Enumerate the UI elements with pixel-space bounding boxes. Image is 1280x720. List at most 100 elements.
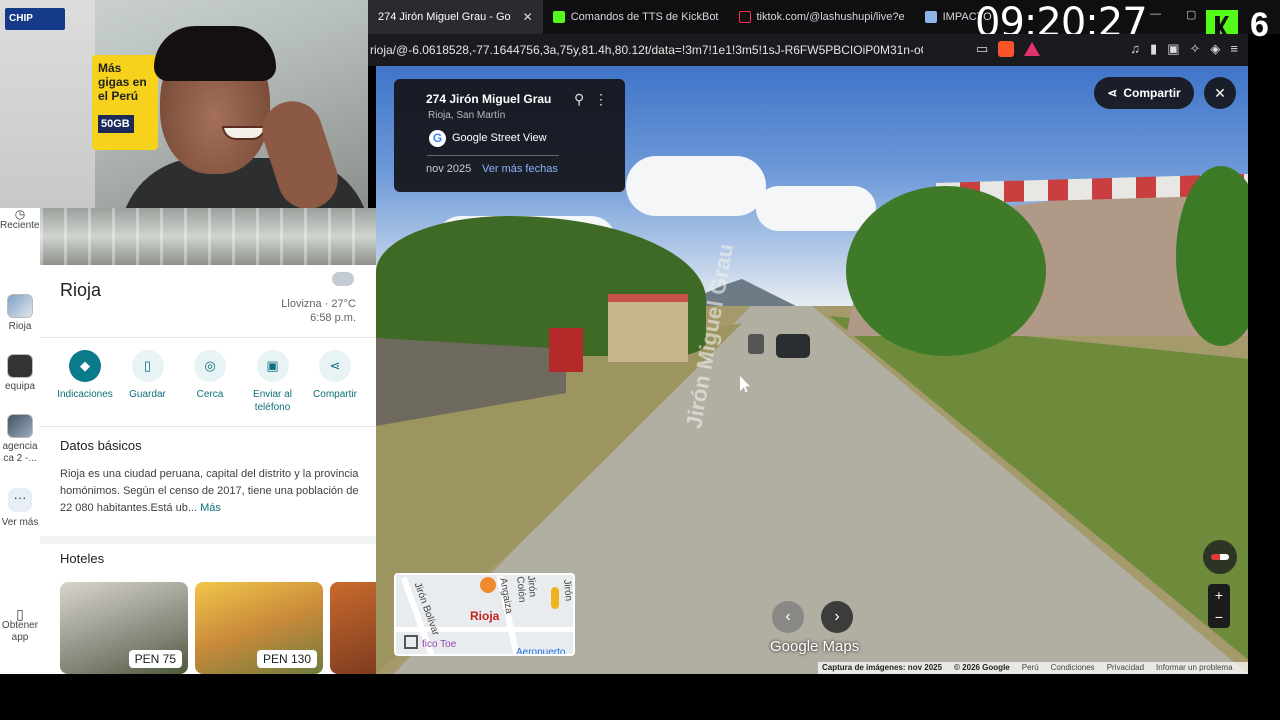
hotel-card[interactable] bbox=[330, 582, 376, 674]
rail-more[interactable]: ··· Ver más bbox=[0, 488, 40, 529]
place-title: Rioja bbox=[60, 280, 102, 300]
divider bbox=[40, 426, 376, 427]
nearby-button[interactable]: ◎ Cerca bbox=[179, 350, 241, 414]
cloud bbox=[626, 156, 766, 216]
street-view-provider: Google Street View bbox=[452, 132, 547, 144]
rail-get-app[interactable]: ▯ Obtener app bbox=[0, 607, 40, 644]
hotel-price: PEN 130 bbox=[256, 650, 317, 668]
minimap-city: Rioja bbox=[470, 609, 500, 623]
minimap[interactable]: Jirón Bolívar Angaiza Jirón Colón Jirón … bbox=[394, 573, 575, 656]
brave-shield-icon[interactable] bbox=[998, 41, 1015, 57]
expand-map-icon[interactable] bbox=[404, 635, 418, 649]
address-bar[interactable]: rioja/@-6.0618528,-77.1644756,3a,75y,81.… bbox=[368, 34, 1248, 66]
vpn-icon[interactable]: ◈ bbox=[1210, 41, 1220, 57]
street-view-info-card: 274 Jirón Miguel Grau Rioja, San Martín … bbox=[394, 79, 625, 192]
rail-label: Obtener app bbox=[1, 620, 39, 643]
red-wall bbox=[549, 328, 583, 372]
google-logo-icon: G bbox=[429, 130, 446, 147]
directions-button[interactable]: ◆ Indicaciones bbox=[54, 350, 116, 414]
sidebar-icon[interactable]: ▮ bbox=[1150, 41, 1157, 57]
history-icon: ◷ bbox=[14, 207, 26, 221]
cast-icon[interactable]: ▭ bbox=[976, 41, 988, 57]
place-panel: Rioja Llovizna · 27°C 6:58 p.m. ◆ Indica… bbox=[40, 208, 376, 674]
rail-equipa[interactable]: equipa bbox=[0, 354, 40, 393]
tab-tiktok[interactable]: tiktok.com/@lashushupi/live?e bbox=[729, 0, 915, 34]
rail-recents[interactable]: ◷ Recientes bbox=[0, 207, 44, 232]
media-icon[interactable]: ♫ bbox=[1130, 41, 1140, 57]
action-label: Compartir bbox=[313, 389, 357, 400]
restore-icon[interactable]: ▢ bbox=[1186, 8, 1196, 21]
streamer-smile bbox=[222, 126, 266, 140]
previous-button[interactable]: ‹ bbox=[772, 601, 804, 633]
url-text[interactable]: rioja/@-6.0618528,-77.1644756,3a,75y,81.… bbox=[368, 43, 923, 57]
rail-rioja[interactable]: Rioja bbox=[0, 294, 40, 333]
place-actions: ◆ Indicaciones ▯ Guardar ◎ Cerca ▣ Envia… bbox=[54, 350, 366, 414]
menu-icon[interactable]: ≡ bbox=[1230, 41, 1238, 57]
next-button[interactable]: › bbox=[821, 601, 853, 633]
impacto-favicon-icon bbox=[924, 11, 937, 23]
tab-label: Comandos de TTS de KickBot bbox=[570, 11, 719, 23]
hotel-card[interactable]: PEN 130 bbox=[195, 582, 323, 674]
wallet-icon[interactable]: ▣ bbox=[1167, 41, 1179, 57]
rain-cloud-icon bbox=[332, 272, 354, 286]
place-description: Rioja es una ciudad peruana, capital del… bbox=[60, 466, 360, 517]
close-street-view-icon[interactable]: ✕ bbox=[1204, 77, 1236, 109]
divider bbox=[40, 536, 376, 544]
divider bbox=[427, 155, 559, 156]
restaurant-pin-icon[interactable] bbox=[480, 577, 496, 593]
rail-label: agencia ca 2 -... bbox=[2, 441, 38, 464]
terms-link[interactable]: Condiciones bbox=[1051, 662, 1095, 674]
hotel-price: PEN 75 bbox=[128, 650, 182, 668]
brave-rewards-icon[interactable] bbox=[1024, 42, 1041, 56]
save-button[interactable]: ▯ Guardar bbox=[117, 350, 179, 414]
minimap-street-label: Angaiza bbox=[497, 577, 515, 615]
action-label: Cerca bbox=[196, 389, 224, 400]
send-to-phone-icon: ▣ bbox=[256, 350, 289, 382]
tab-street-view[interactable]: 274 Jirón Miguel Grau - Go ✕ bbox=[368, 0, 543, 34]
directions-icon: ◆ bbox=[69, 350, 101, 382]
privacy-link[interactable]: Privacidad bbox=[1107, 662, 1144, 674]
share-icon: ⋖ bbox=[1107, 86, 1118, 100]
zoom-in-button[interactable]: + bbox=[1208, 584, 1230, 606]
pegman-icon[interactable] bbox=[551, 587, 559, 609]
action-label: Enviar al teléfono bbox=[253, 389, 292, 413]
share-label: Compartir bbox=[1123, 86, 1181, 100]
close-tab-icon[interactable]: ✕ bbox=[523, 10, 533, 24]
tab-label: 274 Jirón Miguel Grau - Go bbox=[378, 11, 511, 23]
more-dates-link[interactable]: Ver más fechas bbox=[482, 163, 558, 175]
rail-label: Rioja bbox=[8, 321, 32, 332]
toolbar-icons: ▭ ♫ ▮ ▣ ✧ ◈ ≡ bbox=[976, 41, 1238, 57]
tab-kickbot[interactable]: Comandos de TTS de KickBot bbox=[543, 0, 729, 34]
share-button[interactable]: ⋖ Compartir bbox=[1094, 77, 1194, 109]
parked-car bbox=[776, 334, 810, 358]
minimap-street bbox=[396, 627, 573, 632]
chip-sign: CHIP bbox=[5, 8, 65, 30]
copyright: © 2026 Google bbox=[954, 663, 1010, 672]
location-pin-icon[interactable]: ⚲ bbox=[574, 91, 588, 107]
mototaxi bbox=[748, 334, 764, 354]
place-thumb bbox=[7, 354, 33, 378]
rail-agencia[interactable]: agencia ca 2 -... bbox=[0, 414, 40, 465]
zoom-controls: + − bbox=[1208, 584, 1230, 628]
zoom-out-button[interactable]: − bbox=[1208, 606, 1230, 628]
streamer bbox=[120, 26, 368, 208]
store-shelf: CHIP bbox=[0, 0, 95, 208]
weather-time: 6:58 p.m. bbox=[310, 312, 356, 324]
send-to-phone-button[interactable]: ▣ Enviar al teléfono bbox=[242, 350, 304, 414]
minimize-icon[interactable]: — bbox=[1150, 8, 1161, 20]
place-photo[interactable] bbox=[40, 208, 376, 265]
hotel-card[interactable]: PEN 75 bbox=[60, 582, 188, 674]
minimap-poi: fico Toe bbox=[422, 639, 457, 650]
more-options-icon[interactable]: ⋮ bbox=[594, 91, 608, 108]
share-place-button[interactable]: ⋖ Compartir bbox=[304, 350, 366, 414]
leo-ai-icon[interactable]: ✧ bbox=[1190, 41, 1201, 57]
streamer-hair bbox=[154, 26, 276, 81]
divider bbox=[40, 337, 376, 338]
share-icon: ⋖ bbox=[319, 350, 351, 382]
country-link[interactable]: Perú bbox=[1022, 662, 1039, 674]
report-link[interactable]: Informar un problema bbox=[1156, 662, 1232, 674]
compass-icon[interactable] bbox=[1203, 540, 1237, 574]
bookmark-icon: ▯ bbox=[131, 350, 164, 382]
more-link[interactable]: Más bbox=[200, 502, 221, 514]
kick-counter: 6 bbox=[1250, 6, 1269, 44]
